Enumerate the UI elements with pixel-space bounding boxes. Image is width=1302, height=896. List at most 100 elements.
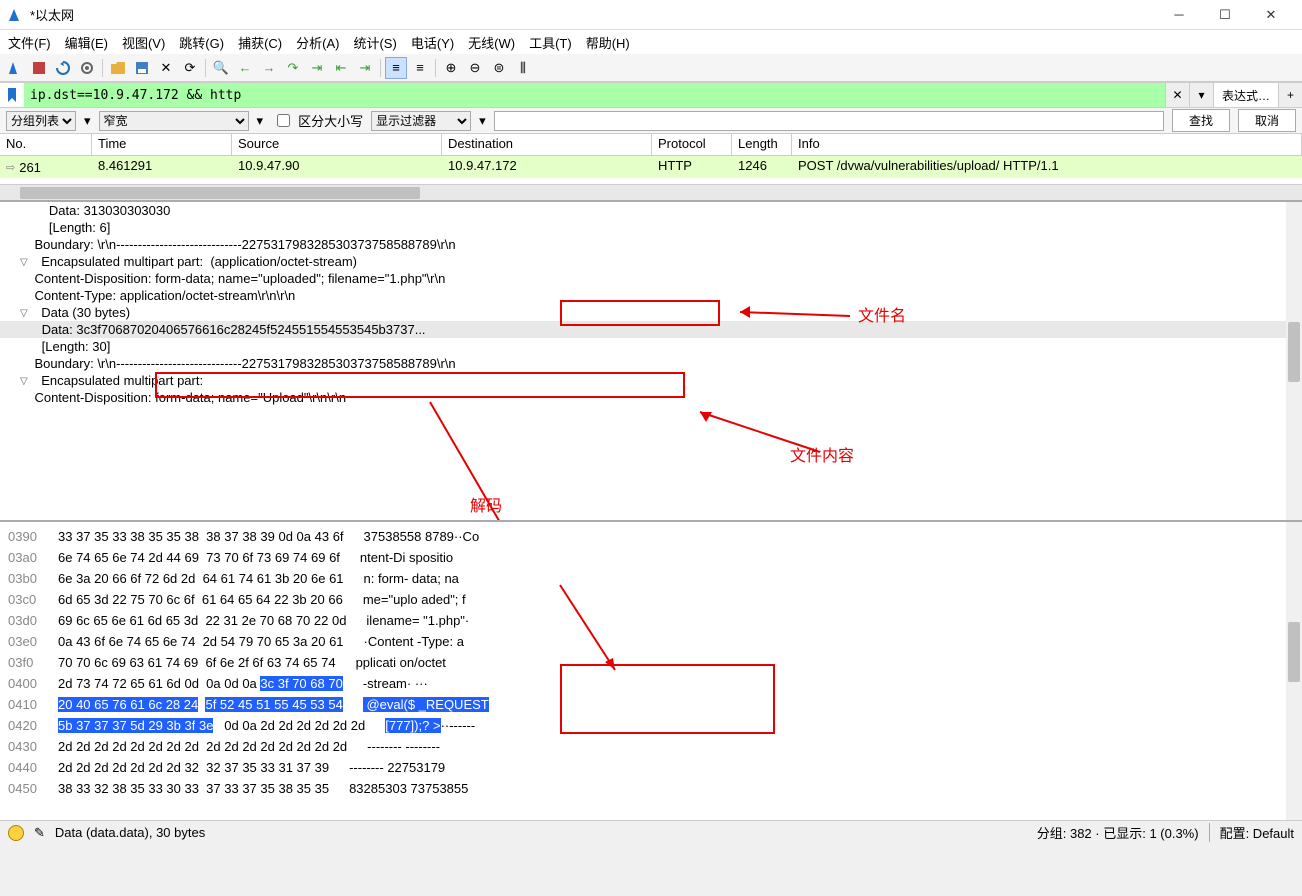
hex-row[interactable]: 03a06e 74 65 6e 74 2d 44 69 73 70 6f 73 …: [8, 547, 1294, 568]
goto-pkt-icon[interactable]: ⇥: [306, 57, 328, 79]
display-filter-input[interactable]: [24, 83, 1165, 107]
menu-help[interactable]: 帮助(H): [586, 33, 630, 52]
toolbar: ✕ ⟳ 🔍 ← → ↷ ⇥ ⇤ ⇥ ≡ ≡ ⊕ ⊖ ⊜ ⫼: [0, 54, 1302, 82]
tree-expand[interactable]: ▽ Encapsulated multipart part: (applicat…: [0, 253, 1302, 270]
save-icon[interactable]: [131, 57, 153, 79]
packet-detail-pane[interactable]: Data: 313030303030 [Length: 6] Boundary:…: [0, 200, 1302, 520]
packet-list: No. Time Source Destination Protocol Len…: [0, 134, 1302, 200]
detail-line[interactable]: [Length: 6]: [0, 219, 1302, 236]
close-file-icon[interactable]: ✕: [155, 57, 177, 79]
detail-line[interactable]: Boundary: \r\n--------------------------…: [0, 236, 1302, 253]
expression-button[interactable]: 表达式…: [1213, 83, 1278, 107]
hex-row[interactable]: 039033 37 35 33 38 35 35 38 38 37 38 39 …: [8, 526, 1294, 547]
cancel-button[interactable]: 取消: [1238, 109, 1296, 132]
arrow-icon: [420, 397, 620, 520]
menu-stats[interactable]: 统计(S): [353, 33, 396, 52]
clear-filter-icon[interactable]: ✕: [1165, 83, 1189, 107]
hex-row[interactable]: 03d069 6c 65 6e 61 6d 65 3d 22 31 2e 70 …: [8, 610, 1294, 631]
detail-line[interactable]: Boundary: \r\n--------------------------…: [0, 355, 1302, 372]
packet-row[interactable]: ⇨261 8.461291 10.9.47.90 10.9.47.172 HTT…: [0, 156, 1302, 178]
packet-list-header: No. Time Source Destination Protocol Len…: [0, 134, 1302, 156]
col-dest[interactable]: Destination: [442, 134, 652, 155]
prev-icon[interactable]: ←: [234, 57, 256, 79]
stop-capture-icon[interactable]: [28, 57, 50, 79]
last-icon[interactable]: ⇥: [354, 57, 376, 79]
arrow-icon: [690, 402, 830, 462]
filter-bar: ✕ ▾ 表达式… +: [0, 82, 1302, 108]
menu-capture[interactable]: 捕获(C): [238, 33, 282, 52]
menu-wireless[interactable]: 无线(W): [468, 33, 515, 52]
h-scrollbar[interactable]: [0, 184, 1302, 200]
group-select[interactable]: 分组列表: [6, 111, 76, 131]
search-bar: 分组列表 ▾ 窄宽 ▾ 区分大小写 显示过滤器 ▾ 查找 取消: [0, 108, 1302, 134]
resize-cols-icon[interactable]: ⫼: [512, 57, 534, 79]
maximize-button[interactable]: ☐: [1202, 0, 1248, 30]
expert-info-icon[interactable]: [8, 825, 24, 841]
menu-goto[interactable]: 跳转(G): [179, 33, 224, 52]
col-len[interactable]: Length: [732, 134, 792, 155]
menu-analyze[interactable]: 分析(A): [296, 33, 339, 52]
annotation-box: [155, 372, 685, 398]
zoom-reset-icon[interactable]: ⊜: [488, 57, 510, 79]
showfilter-select[interactable]: 显示过滤器: [371, 111, 471, 131]
close-button[interactable]: ✕: [1248, 0, 1294, 30]
find-icon[interactable]: 🔍: [210, 57, 232, 79]
hex-row[interactable]: 03b06e 3a 20 66 6f 72 6d 2d 64 61 74 61 …: [8, 568, 1294, 589]
autoscroll-icon[interactable]: ≡: [385, 57, 407, 79]
hex-row[interactable]: 03c06d 65 3d 22 75 70 6c 6f 61 64 65 64 …: [8, 589, 1294, 610]
jump-icon[interactable]: ↷: [282, 57, 304, 79]
search-input[interactable]: [494, 111, 1164, 131]
zoom-out-icon[interactable]: ⊖: [464, 57, 486, 79]
annotation-box: [560, 300, 720, 326]
col-source[interactable]: Source: [232, 134, 442, 155]
menu-tools[interactable]: 工具(T): [529, 33, 572, 52]
width-select[interactable]: 窄宽: [99, 111, 249, 131]
menubar: 文件(F) 编辑(E) 视图(V) 跳转(G) 捕获(C) 分析(A) 统计(S…: [0, 30, 1302, 54]
app-icon: [8, 7, 24, 23]
case-label: 区分大小写: [298, 111, 363, 130]
start-capture-icon[interactable]: [4, 57, 26, 79]
menu-phone[interactable]: 电话(Y): [411, 33, 454, 52]
edit-icon[interactable]: ✎: [34, 825, 45, 841]
zoom-in-icon[interactable]: ⊕: [440, 57, 462, 79]
arrow-icon: [730, 302, 860, 332]
col-info[interactable]: Info: [792, 134, 1302, 155]
hex-pane[interactable]: 039033 37 35 33 38 35 35 38 38 37 38 39 …: [0, 520, 1302, 820]
hex-row[interactable]: 03e00a 43 6f 6e 74 65 6e 74 2d 54 79 70 …: [8, 631, 1294, 652]
detail-line[interactable]: Content-Disposition: form-data; name="up…: [0, 270, 1302, 287]
detail-line[interactable]: [Length: 30]: [0, 338, 1302, 355]
status-profile[interactable]: 配置: Default: [1209, 823, 1294, 842]
status-packets: 分组: 382 · 已显示: 1 (0.3%): [1037, 823, 1199, 842]
apply-filter-icon[interactable]: ▾: [1189, 83, 1213, 107]
col-no[interactable]: No.: [0, 134, 92, 155]
detail-line[interactable]: Data: 313030303030: [0, 202, 1302, 219]
open-icon[interactable]: [107, 57, 129, 79]
titlebar: *以太网 ─ ☐ ✕: [0, 0, 1302, 30]
options-icon[interactable]: [76, 57, 98, 79]
hex-row[interactable]: 04302d 2d 2d 2d 2d 2d 2d 2d 2d 2d 2d 2d …: [8, 736, 1294, 757]
colorize-icon[interactable]: ≡: [409, 57, 431, 79]
first-icon[interactable]: ⇤: [330, 57, 352, 79]
hex-row[interactable]: 045038 33 32 38 35 33 30 33 37 33 37 35 …: [8, 778, 1294, 799]
reload-icon[interactable]: ⟳: [179, 57, 201, 79]
col-proto[interactable]: Protocol: [652, 134, 732, 155]
minimize-button[interactable]: ─: [1156, 0, 1202, 30]
menu-edit[interactable]: 编辑(E): [65, 33, 108, 52]
status-bar: ✎ Data (data.data), 30 bytes 分组: 382 · 已…: [0, 820, 1302, 844]
status-field: Data (data.data), 30 bytes: [55, 825, 205, 840]
next-icon[interactable]: →: [258, 57, 280, 79]
arrow-icon: [555, 580, 635, 680]
v-scrollbar[interactable]: [1286, 522, 1302, 820]
col-time[interactable]: Time: [92, 134, 232, 155]
bookmark-icon[interactable]: [0, 88, 24, 102]
menu-file[interactable]: 文件(F): [8, 33, 51, 52]
window-title: *以太网: [30, 5, 1156, 24]
find-button[interactable]: 查找: [1172, 109, 1230, 132]
v-scrollbar[interactable]: [1286, 202, 1302, 520]
menu-view[interactable]: 视图(V): [122, 33, 165, 52]
hex-row[interactable]: 04402d 2d 2d 2d 2d 2d 2d 32 32 37 35 33 …: [8, 757, 1294, 778]
expand-icon: ⇨: [6, 161, 15, 174]
add-filter-button[interactable]: +: [1278, 83, 1302, 107]
restart-capture-icon[interactable]: [52, 57, 74, 79]
case-checkbox[interactable]: [277, 114, 290, 127]
